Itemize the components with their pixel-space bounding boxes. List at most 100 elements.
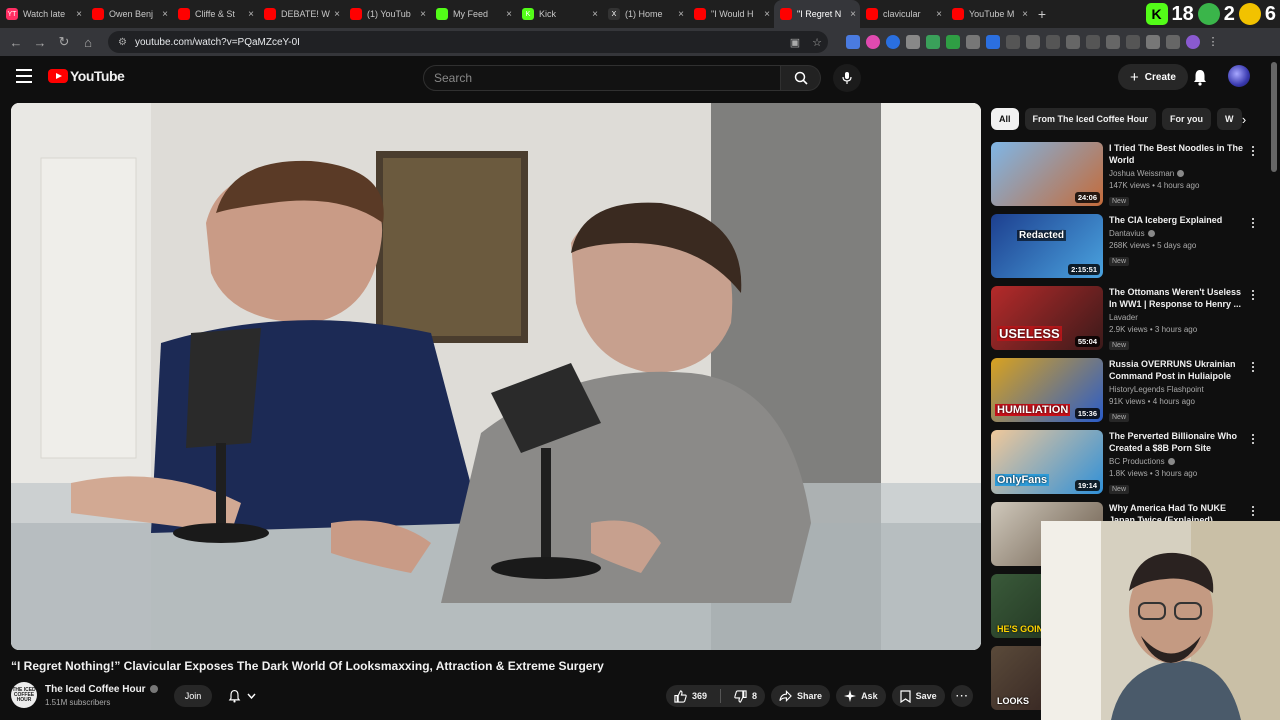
reload-icon[interactable]: ↻ bbox=[52, 30, 76, 54]
tab-close-icon[interactable]: × bbox=[760, 9, 774, 20]
recommendation-item[interactable]: HUMILIATION 15:36 Russia OVERRUNS Ukrainia… bbox=[991, 358, 1261, 430]
site-info-icon[interactable]: ⚙ bbox=[118, 37, 127, 48]
menu-icon[interactable] bbox=[16, 69, 32, 83]
filter-chip[interactable]: For you bbox=[1162, 108, 1212, 130]
browser-tab[interactable]: K Kick × bbox=[516, 0, 602, 28]
browser-tab[interactable]: "I Would H × bbox=[688, 0, 774, 28]
search-button[interactable] bbox=[781, 65, 821, 91]
filter-chip[interactable]: From The Iced Coffee Hour bbox=[1024, 108, 1157, 130]
voice-search-button[interactable] bbox=[833, 64, 861, 92]
browser-tab[interactable]: YouTube M × bbox=[946, 0, 1032, 28]
more-vertical-icon[interactable] bbox=[1249, 506, 1257, 516]
extension-icon[interactable] bbox=[866, 35, 880, 49]
join-button[interactable]: Join bbox=[174, 685, 212, 707]
tab-close-icon[interactable]: × bbox=[72, 9, 86, 20]
home-icon[interactable]: ⌂ bbox=[76, 30, 100, 54]
tab-close-icon[interactable]: × bbox=[846, 9, 860, 20]
subscription-notifications-button[interactable] bbox=[219, 685, 265, 707]
tab-close-icon[interactable]: × bbox=[932, 9, 946, 20]
youtube-logo[interactable]: YouTube bbox=[48, 68, 125, 84]
tab-close-icon[interactable]: × bbox=[502, 9, 516, 20]
browser-tab[interactable]: clavicular × bbox=[860, 0, 946, 28]
like-button[interactable]: 369 bbox=[666, 685, 715, 707]
recommendation-item[interactable]: USELESS 55:04 The Ottomans Weren't Useless… bbox=[991, 286, 1261, 358]
browser-tab[interactable]: My Feed × bbox=[430, 0, 516, 28]
address-bar[interactable]: ⚙ youtube.com/watch?v=PQaMZceY-0I ▣ ☆ bbox=[108, 31, 828, 53]
browser-tab[interactable]: (1) YouTub × bbox=[344, 0, 430, 28]
filter-chip[interactable]: All bbox=[991, 108, 1019, 130]
bookmark-star-icon[interactable]: ☆ bbox=[806, 36, 828, 49]
more-vertical-icon[interactable] bbox=[1249, 146, 1257, 156]
extension-icon[interactable] bbox=[886, 35, 900, 49]
face-extension-icon[interactable] bbox=[1238, 3, 1261, 25]
browser-tab[interactable]: Owen Benj × bbox=[86, 0, 172, 28]
chevron-right-icon[interactable]: › bbox=[1235, 110, 1253, 128]
recommendation-title[interactable]: Russia OVERRUNS Ukrainian Command Post i… bbox=[1109, 358, 1247, 382]
browser-tab[interactable]: Cliffe & St × bbox=[172, 0, 258, 28]
recommendation-channel[interactable]: BC Productions bbox=[1109, 457, 1165, 466]
recommendation-item[interactable]: OnlyFans 19:14 The Perverted Billionaire W… bbox=[991, 430, 1261, 502]
extension-icon[interactable] bbox=[926, 35, 940, 49]
more-vertical-icon[interactable] bbox=[1249, 218, 1257, 228]
tab-close-icon[interactable]: × bbox=[674, 9, 688, 20]
back-icon[interactable]: ← bbox=[4, 30, 28, 54]
more-vertical-icon[interactable] bbox=[1249, 362, 1257, 372]
more-vertical-icon[interactable] bbox=[1249, 434, 1257, 444]
extension-icon[interactable] bbox=[846, 35, 860, 49]
recommendation-channel[interactable]: HistoryLegends Flashpoint bbox=[1109, 385, 1204, 394]
share-button[interactable]: Share bbox=[771, 685, 831, 707]
extension-icon[interactable] bbox=[1066, 35, 1080, 49]
extension-icon[interactable] bbox=[1046, 35, 1060, 49]
extension-icon[interactable] bbox=[946, 35, 960, 49]
browser-tab[interactable]: X (1) Home × bbox=[602, 0, 688, 28]
extension-icon[interactable] bbox=[906, 35, 920, 49]
extension-icon[interactable] bbox=[966, 35, 980, 49]
tab-close-icon[interactable]: × bbox=[588, 9, 602, 20]
recommendation-thumbnail[interactable]: OnlyFans 19:14 bbox=[991, 430, 1103, 494]
browser-tab[interactable]: "I Regret N × bbox=[774, 0, 860, 28]
url-text[interactable]: youtube.com/watch?v=PQaMZceY-0I bbox=[135, 37, 784, 48]
page-scrollbar[interactable] bbox=[1271, 62, 1277, 172]
recommendation-item[interactable]: 24:06 I Tried The Best Noodles in The Wor… bbox=[991, 142, 1261, 214]
channel-name[interactable]: The Iced Coffee Hour bbox=[45, 684, 146, 695]
extension-icon[interactable] bbox=[986, 35, 1000, 49]
tab-close-icon[interactable]: × bbox=[244, 9, 258, 20]
recommendation-channel[interactable]: Joshua Weissman bbox=[1109, 169, 1174, 178]
extension-icon[interactable] bbox=[1106, 35, 1120, 49]
recommendation-channel[interactable]: Lavader bbox=[1109, 313, 1138, 322]
browser-tab[interactable]: YT Watch late × bbox=[0, 0, 86, 28]
recommendation-item[interactable]: Redacted 2:15:51 The CIA Iceberg Explained… bbox=[991, 214, 1261, 286]
recommendation-title[interactable]: The Perverted Billionaire Who Created a … bbox=[1109, 430, 1247, 454]
tab-close-icon[interactable]: × bbox=[1018, 9, 1032, 20]
kick-extension-icon[interactable]: K bbox=[1145, 3, 1168, 25]
create-button[interactable]: + Create bbox=[1118, 64, 1188, 90]
recommendation-thumbnail[interactable]: 24:06 bbox=[991, 142, 1103, 206]
menu-icon[interactable]: ⋮ bbox=[1206, 35, 1220, 49]
extension-icon[interactable] bbox=[1006, 35, 1020, 49]
browser-tab[interactable]: DEBATE! W × bbox=[258, 0, 344, 28]
search-input[interactable] bbox=[423, 65, 781, 91]
recommendation-title[interactable]: The CIA Iceberg Explained bbox=[1109, 214, 1247, 226]
channel-avatar[interactable]: THE ICED COFFEE HOUR bbox=[11, 682, 37, 708]
recommendation-title[interactable]: The Ottomans Weren't Useless In WW1 | Re… bbox=[1109, 286, 1247, 310]
recommendation-thumbnail[interactable]: USELESS 55:04 bbox=[991, 286, 1103, 350]
notifications-bell-icon[interactable] bbox=[1192, 68, 1208, 91]
video-player[interactable] bbox=[11, 103, 981, 650]
recommendation-title[interactable]: I Tried The Best Noodles in The World bbox=[1109, 142, 1247, 166]
forward-icon[interactable]: → bbox=[28, 30, 52, 54]
extension-icon[interactable] bbox=[1026, 35, 1040, 49]
profile-icon[interactable] bbox=[1186, 35, 1200, 49]
account-avatar[interactable] bbox=[1228, 65, 1250, 87]
save-button[interactable]: Save bbox=[891, 685, 945, 707]
more-actions-button[interactable]: ⋯ bbox=[950, 685, 973, 707]
recommendation-channel[interactable]: Dantavius bbox=[1109, 229, 1145, 238]
ask-button[interactable]: Ask bbox=[836, 685, 886, 707]
tab-close-icon[interactable]: × bbox=[416, 9, 430, 20]
recommendation-thumbnail[interactable]: HUMILIATION 15:36 bbox=[991, 358, 1103, 422]
extension-icon[interactable] bbox=[1146, 35, 1160, 49]
install-app-icon[interactable]: ▣ bbox=[784, 36, 806, 49]
dislike-button[interactable]: 8 bbox=[726, 685, 765, 707]
new-tab-button[interactable]: + bbox=[1032, 6, 1052, 22]
play-extension-icon[interactable] bbox=[1197, 3, 1220, 25]
tab-close-icon[interactable]: × bbox=[158, 9, 172, 20]
